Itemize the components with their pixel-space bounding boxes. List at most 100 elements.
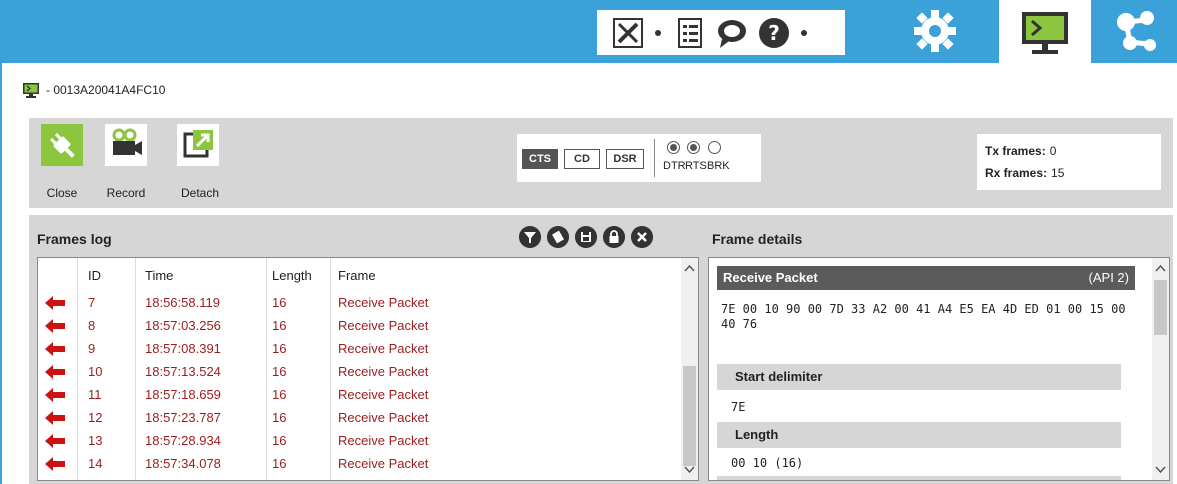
network-mode-icon[interactable]: [1106, 4, 1164, 59]
frame-length: 16: [272, 456, 287, 471]
received-arrow-icon: [45, 319, 65, 333]
record-button[interactable]: [105, 124, 147, 166]
consoles-mode-tab[interactable]: [999, 0, 1091, 63]
tools-dropdown-icon[interactable]: [655, 30, 661, 36]
received-arrow-icon: [45, 434, 65, 448]
table-row[interactable]: 10 18:57:13.524 16 Receive Packet: [38, 360, 682, 383]
received-arrow-icon: [45, 365, 65, 379]
table-row[interactable]: 13 18:57:28.934 16 Receive Packet: [38, 429, 682, 452]
brk-toggle[interactable]: [708, 141, 721, 154]
frame-id: 8: [88, 318, 96, 333]
scrollbar-thumb[interactable]: [1154, 280, 1167, 335]
frame-type: Receive Packet: [338, 295, 429, 310]
frames-log-title: Frames log: [37, 231, 112, 247]
received-arrow-icon: [45, 411, 65, 425]
frame-type: Receive Packet: [338, 341, 429, 356]
close-button[interactable]: [41, 124, 83, 166]
column-header-time[interactable]: Time: [145, 268, 173, 283]
frame-type: Receive Packet: [338, 387, 429, 402]
scroll-down-arrow-icon[interactable]: [684, 466, 695, 474]
table-row[interactable]: 14 18:57:34.078 16 Receive Packet: [38, 452, 682, 475]
received-arrow-icon: [45, 296, 65, 310]
table-row[interactable]: 8 18:57:03.256 16 Receive Packet: [38, 314, 682, 337]
frame-length: 16: [272, 295, 287, 310]
tx-frames-label: Tx frames:: [985, 144, 1046, 158]
frame-length: 16: [272, 433, 287, 448]
frame-details-header[interactable]: Receive Packet (API 2): [717, 266, 1135, 290]
details-scrollbar[interactable]: [1152, 258, 1169, 480]
lock-icon[interactable]: [603, 226, 625, 248]
svg-text:?: ?: [768, 21, 780, 45]
start-delimiter-value: 7E: [731, 400, 746, 414]
scroll-down-arrow-icon[interactable]: [1155, 466, 1166, 474]
frame-id: 7: [88, 295, 96, 310]
table-row[interactable]: 7 18:56:58.119 16 Receive Packet: [38, 291, 682, 314]
rx-frames-value: 15: [1051, 166, 1065, 180]
column-header-id[interactable]: ID: [88, 268, 101, 283]
start-delimiter-section[interactable]: Start delimiter: [717, 364, 1121, 390]
table-row[interactable]: 11 18:57:18.659 16 Receive Packet: [38, 383, 682, 406]
console-monitor-icon: [23, 82, 39, 98]
frames-scrollbar[interactable]: [681, 258, 698, 480]
save-icon[interactable]: [575, 226, 597, 248]
scroll-up-arrow-icon[interactable]: [1155, 264, 1166, 272]
console-control-panel: Close Record Detach CTS CD DSR DTR RTS B…: [29, 118, 1173, 208]
frame-time: 18:57:18.659: [145, 387, 221, 402]
frames-table: ID Time Length Frame 7 18:56:58.119 16 R…: [37, 257, 699, 481]
configuration-mode-gear-icon[interactable]: [906, 4, 964, 59]
frames-panel: Frames log Frame details ID Time Length …: [29, 215, 1173, 484]
close-icon[interactable]: [631, 226, 653, 248]
received-arrow-icon: [45, 388, 65, 402]
next-section: [717, 476, 1121, 480]
top-toolbar: ?: [0, 0, 1177, 63]
frame-length: 16: [272, 410, 287, 425]
help-dropdown-icon[interactable]: [801, 30, 807, 36]
clear-frames-icon[interactable]: [547, 226, 569, 248]
frame-id: 10: [88, 364, 103, 379]
tx-frames-value: 0: [1049, 144, 1057, 158]
scrollbar-thumb[interactable]: [683, 366, 696, 466]
rts-toggle[interactable]: [687, 141, 700, 154]
detach-window-icon: [183, 130, 213, 158]
plug-icon: [49, 132, 75, 158]
length-label: Length: [735, 427, 779, 442]
frame-id: 11: [88, 387, 102, 402]
document-icon[interactable]: [673, 16, 707, 50]
frame-time: 18:57:34.078: [145, 456, 221, 471]
tools-icon[interactable]: [611, 16, 645, 50]
frame-time: 18:56:58.119: [145, 295, 220, 310]
cd-indicator: CD: [564, 149, 600, 169]
video-camera-icon: [112, 128, 142, 155]
frame-details-panel: Receive Packet (API 2) 7E 00 10 90 00 7D…: [708, 257, 1170, 481]
received-arrow-icon: [45, 342, 65, 356]
frame-length: 16: [272, 364, 287, 379]
length-section[interactable]: Length: [717, 422, 1121, 448]
column-header-frame[interactable]: Frame: [338, 268, 376, 283]
chat-icon[interactable]: [715, 16, 749, 50]
frame-length: 16: [272, 387, 287, 402]
dtr-toggle[interactable]: [667, 141, 680, 154]
detach-button[interactable]: [177, 124, 219, 166]
frame-hex-dump: 7E 00 10 90 00 7D 33 A2 00 41 A4 E5 EA 4…: [721, 302, 1126, 331]
serial-lines-box: CTS CD DSR DTR RTS BRK: [517, 134, 761, 182]
cts-indicator: CTS: [522, 149, 558, 169]
help-icon[interactable]: ?: [757, 16, 791, 50]
frame-type: Receive Packet: [338, 410, 429, 425]
frame-time: 18:57:23.787: [145, 410, 221, 425]
left-accent-edge: [0, 63, 2, 484]
filter-icon[interactable]: [519, 226, 541, 248]
close-label: Close: [46, 186, 78, 200]
column-header-length[interactable]: Length: [272, 268, 312, 283]
table-row[interactable]: 9 18:57:08.391 16 Receive Packet: [38, 337, 682, 360]
frame-time: 18:57:28.934: [145, 433, 221, 448]
frame-id: 14: [88, 456, 103, 471]
frame-type-name: Receive Packet: [723, 270, 818, 285]
received-arrow-icon: [45, 457, 65, 471]
brk-label: BRK: [707, 160, 730, 172]
scroll-up-arrow-icon[interactable]: [684, 264, 695, 272]
frame-api-id: (API 2): [1088, 270, 1129, 285]
frame-id: 12: [88, 410, 103, 425]
frame-type: Receive Packet: [338, 456, 429, 471]
table-row[interactable]: 12 18:57:23.787 16 Receive Packet: [38, 406, 682, 429]
frame-id: 9: [88, 341, 96, 356]
